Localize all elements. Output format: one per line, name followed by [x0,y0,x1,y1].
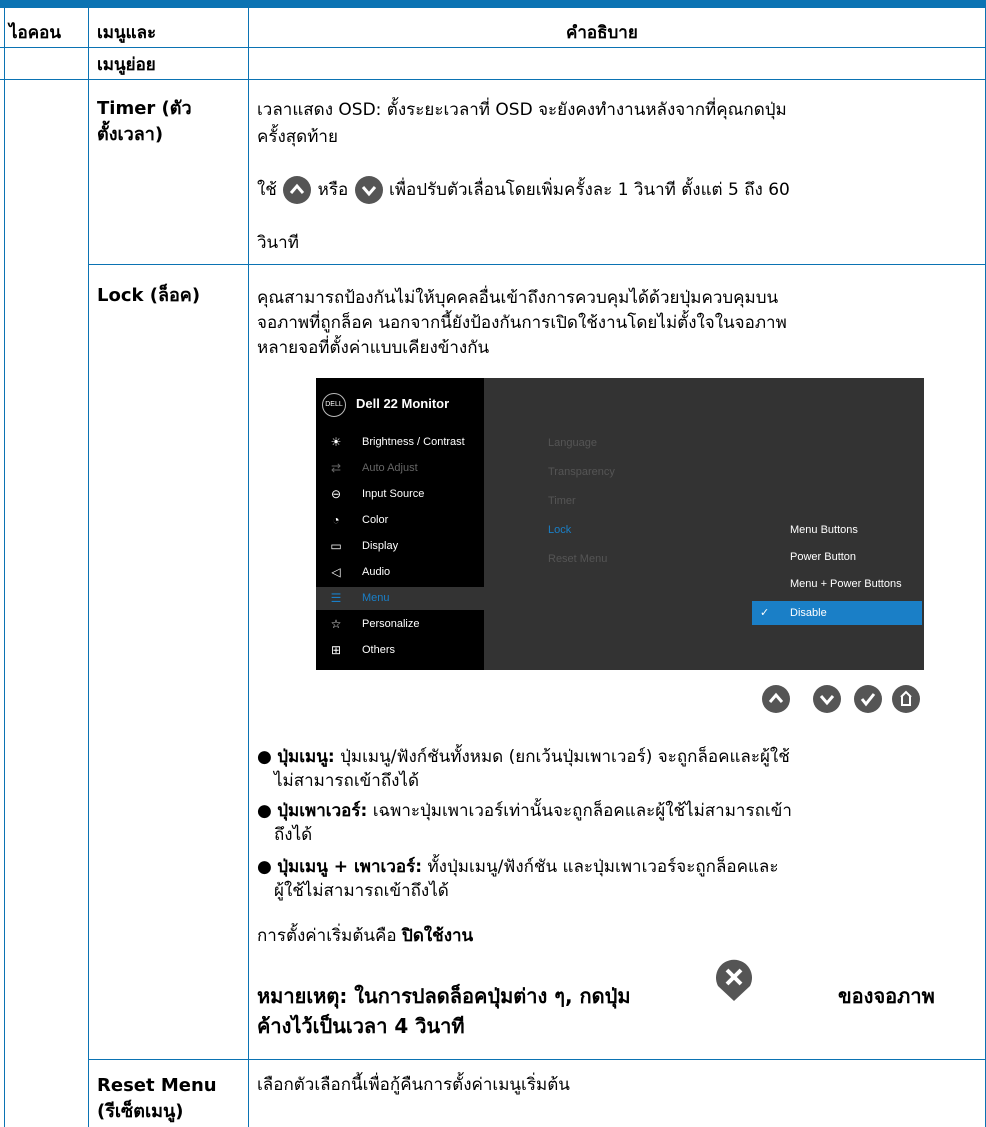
default-prefix: การตั้งค่าเริ่มต้นคือ [257,926,397,946]
lock-title: Lock (ล็อค) [97,285,201,306]
header-icon: ไอคอน [9,23,61,43]
note-part1: หมายเหตุ: ในการปลดล็อคปุ่มต่าง ๆ, กดปุ่ม [257,984,631,1008]
check-icon: ✓ [760,607,770,619]
osd-main-menu: DELL Dell 22 Monitor ☀ Brightness / Contr… [316,378,484,670]
menu-icon: ☰ [330,591,342,605]
bullet-1-title: ปุ่มเมนู: [277,747,335,767]
row-rule-lock [88,1059,986,1060]
bullet-2-line1: เฉพาะปุ่มเพาเวอร์เท่านั้นจะถูกล็อคและผู้… [372,801,792,821]
osd-menu-item-label: Brightness / Contrast [362,436,465,448]
osd-menu-item: ◁ Audio [316,561,484,584]
bullet-2-line2: ถึงได้ [274,825,313,845]
timer-use-seconds: วินาที [257,233,299,253]
osd-submenu-item: Transparency [548,466,615,478]
timer-title-line1: Timer (ตัว [97,98,192,119]
timer-use-prefix: ใช้ [257,180,277,200]
timer-use-or: หรือ [317,180,349,200]
col-rule-1 [88,8,89,1127]
timer-use-line: ใช้ หรือ เพื่อปรับตัวเลื่อนโดยเพิ่มครั้ง… [257,175,790,205]
osd-menu-item-label: Menu [362,592,390,604]
osd-submenu-item: Language [548,437,597,449]
default-value: ปิดใช้งาน [402,926,474,946]
header-rule [0,79,986,80]
auto-adjust-icon: ⇄ [330,461,342,475]
others-icon: ⊞ [330,643,342,657]
osd-screenshot: DELL Dell 22 Monitor ☀ Brightness / Contr… [316,378,924,670]
timer-desc-line1: เวลาแสดง OSD: ตั้งระยะเวลาที่ OSD จะยังค… [257,100,787,120]
lock-bullet-1: ● ปุ่มเมนู: ปุ่มเมนู/ฟังก์ชันทั้งหมด (ยก… [257,746,790,768]
osd-menu-item: ⇄ Auto Adjust [316,457,484,480]
audio-icon: ◁ [331,565,341,579]
osd-lock-option: Menu Buttons [790,524,858,536]
bullet-1-line1: ปุ่มเมนู/ฟังก์ชันทั้งหมด (ยกเว้นปุ่มเพาเ… [340,747,790,767]
osd-lock-option: Power Button [790,551,857,563]
display-icon: ▭ [330,539,342,553]
lock-note-line1: หมายเหตุ: ในการปลดล็อคปุ่มต่าง ๆ, กดปุ่ม [257,982,631,1010]
osd-title: Dell 22 Monitor [356,396,450,411]
lock-desc-line2: จอภาพที่ถูกล็อค นอกจากนี้ยังป้องกันการเป… [257,313,787,333]
header-description: คำอธิบาย [566,23,638,43]
exit-button-icon [716,959,752,1001]
lock-default: การตั้งค่าเริ่มต้นคือ ปิดใช้งาน [257,925,473,947]
lock-desc-line3: หลายจอที่ตั้งค่าแบบเคียงข้างกัน [257,338,490,358]
lock-note-line2: ค้างไว้เป็นเวลา 4 วินาที [257,1014,465,1038]
osd-menu-item: ⊞ Others [316,639,484,662]
col-rule-0 [4,8,5,1127]
osd-option-disable-label: Disable [790,607,827,619]
osd-submenu-item: Timer [548,495,576,507]
osd-menu-item: ◔ Color [316,509,484,532]
osd-submenu-item: Lock [548,524,572,536]
input-source-icon: ⊖ [330,487,342,501]
bullet-3-line2: ผู้ใช้ไม่สามารถเข้าถึงได้ [274,881,449,901]
osd-lock-option: Menu + Power Buttons [790,578,902,590]
osd-menu-item: ▭ Display [316,535,484,558]
lock-desc-line1: คุณสามารถป้องกันไม่ให้บุคคลอื่นเข้าถึงกา… [257,288,779,308]
bullet-2-title: ปุ่มเพาเวอร์: [277,801,368,821]
lock-bullet-3: ● ปุ่มเมนู + เพาเวอร์: ทั้งปุ่มเมนู/ฟังก… [257,856,778,878]
bullet-dot: ● [257,801,278,821]
osd-submenu-item: Reset Menu [548,553,608,565]
table-top-rule [0,0,986,8]
timer-use-suffix: เพื่อปรับตัวเลื่อนโดยเพิ่มครั้งละ 1 วินา… [389,180,790,200]
osd-menu-item-label: Display [362,540,399,552]
osd-menu-item-label: Audio [362,566,391,578]
osd-menu-item: ☀ Brightness / Contrast [316,431,484,454]
personalize-icon: ☆ [330,617,342,631]
nav-down-icon [813,685,841,713]
header-menu-line2: เมนูย่อย [97,55,156,75]
bullet-1-line2: ไม่สามารถเข้าถึงได้ [274,771,420,791]
header-rule-top [0,47,986,48]
nav-check-icon [854,685,882,713]
color-icon: ◔ [332,513,340,527]
header-menu-line1: เมนูและ [97,23,157,43]
osd-menu-item: ☆ Personalize [316,613,484,636]
osd-menu-item-label: Auto Adjust [362,462,418,474]
nav-up-icon [762,685,790,713]
nav-back-icon [892,685,920,713]
row-rule-timer [88,264,986,265]
osd-menu-item-label: Input Source [362,488,425,500]
col-rule-2 [248,8,249,1127]
osd-menu-item-label: Others [362,644,396,656]
up-button-icon [283,176,312,204]
bullet-dot: ● [257,747,278,767]
lock-bullet-2: ● ปุ่มเพาเวอร์: เฉพาะปุ่มเพาเวอร์เท่านั้… [257,800,792,822]
brightness-icon: ☀ [330,435,342,449]
osd-option-disable: ✓ Disable [752,601,922,625]
osd-menu-item-label: Personalize [362,618,420,630]
bullet-dot: ● [257,857,278,877]
bullet-3-line1: ทั้งปุ่มเมนู/ฟังก์ชัน และปุ่มเพาเวอร์จะถ… [427,857,779,877]
reset-desc: เลือกตัวเลือกนี้เพื่อกู้คืนการตั้งค่าเมน… [257,1075,570,1095]
osd-menu-item-label: Color [362,514,389,526]
reset-title-line1: Reset Menu [97,1075,217,1096]
down-button-icon [354,176,383,204]
timer-title-line2: ตั้งเวลา) [97,124,164,145]
osd-menu-item: ⊖ Input Source [316,483,484,506]
timer-desc-line2: ครั้งสุดท้าย [257,127,338,147]
note-part2: ของจอภาพ [838,984,935,1008]
osd-menu-item: ☰ Menu [316,587,484,610]
reset-title-line2: (รีเซ็ตเมนู) [97,1101,184,1122]
dell-logo: DELL [322,393,346,417]
bullet-3-title: ปุ่มเมนู + เพาเวอร์: [277,857,423,877]
